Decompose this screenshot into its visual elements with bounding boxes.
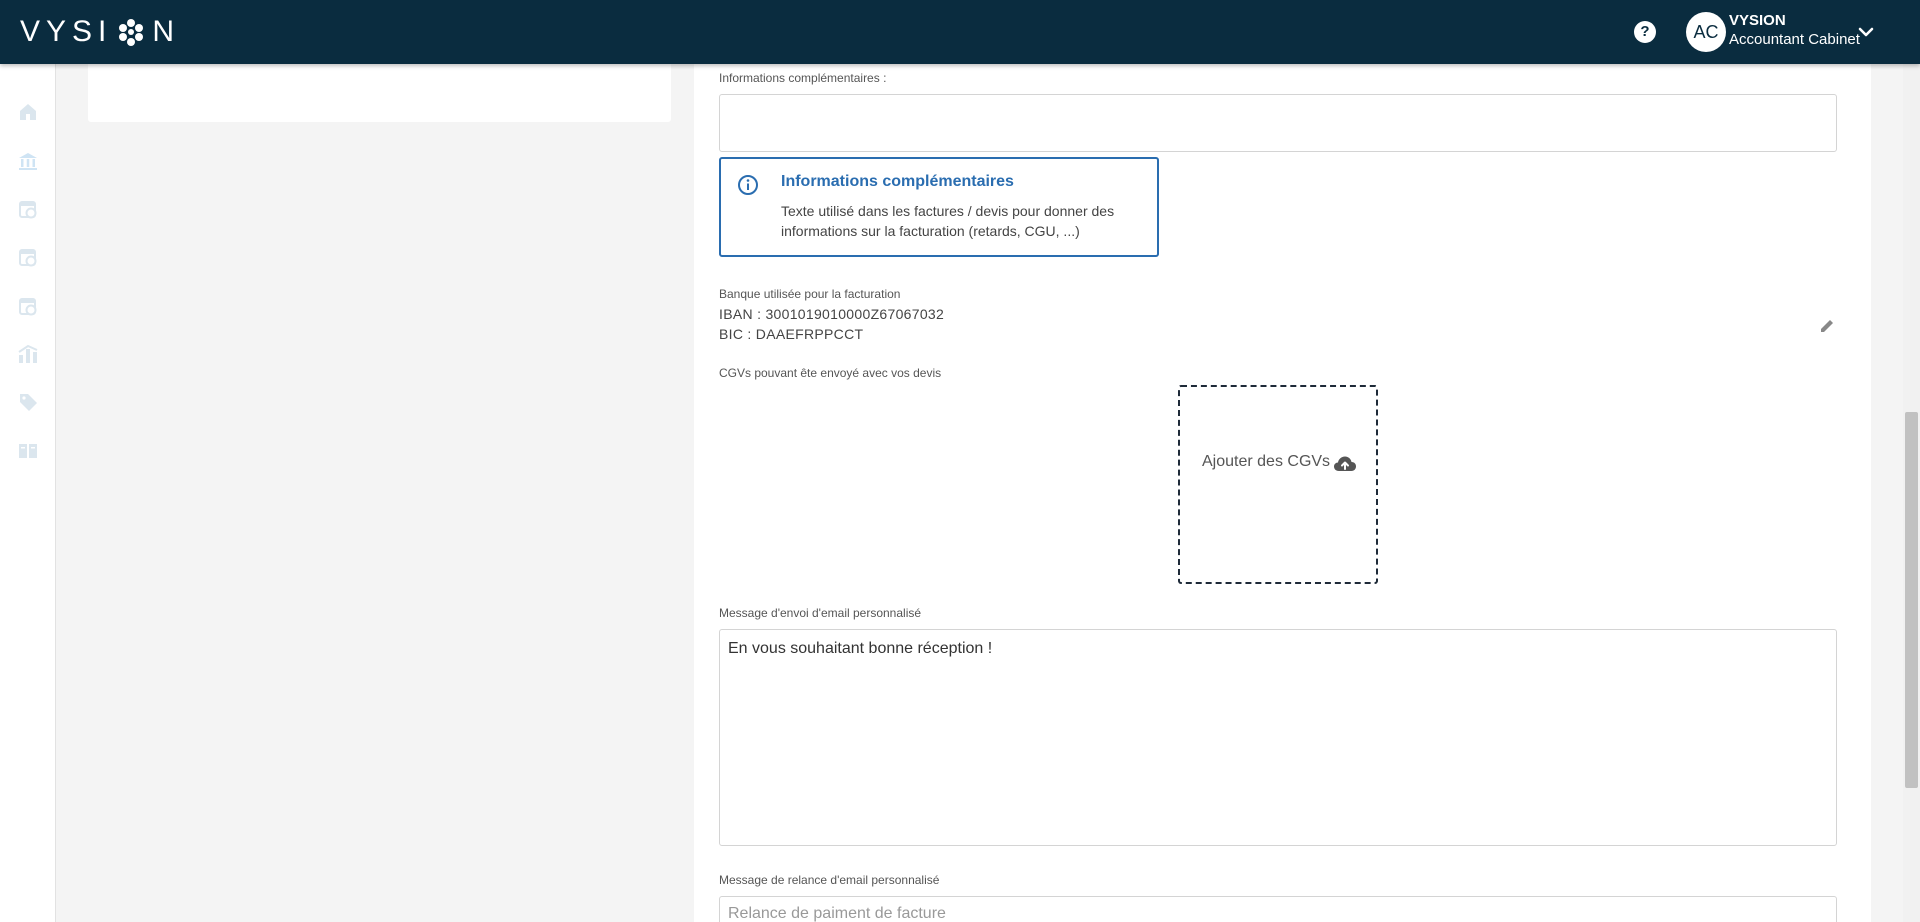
cgv-upload-dropzone[interactable]: Ajouter des CGVs	[1178, 385, 1378, 584]
logo-text-right: N	[152, 15, 181, 48]
logo-mark-icon	[119, 19, 144, 46]
info-icon	[738, 175, 758, 195]
info-tooltip: Informations complémentaires Texte utili…	[719, 157, 1159, 257]
user-menu[interactable]: VYSION Accountant Cabinet	[1729, 12, 1860, 50]
additional-info-field[interactable]	[719, 94, 1837, 152]
bank-label: Banque utilisée pour la facturation	[719, 287, 901, 301]
additional-info-label: Informations complémentaires :	[719, 71, 887, 85]
avatar[interactable]: AC	[1686, 12, 1726, 52]
tag-icon[interactable]	[17, 391, 39, 413]
user-name: VYSION	[1729, 12, 1786, 29]
sidebar-nav	[0, 64, 56, 922]
top-bar: VYSI N ? AC VYSION Accountant Cabinet	[0, 0, 1920, 64]
cgv-upload-label: Ajouter des CGVs	[1202, 453, 1331, 470]
chart-icon[interactable]	[17, 343, 39, 365]
email-message-label: Message d'envoi d'email personnalisé	[719, 606, 922, 620]
calendar-doc-icon[interactable]	[17, 198, 39, 220]
iban-value: IBAN : 3001019010000Z67067032	[719, 306, 945, 322]
left-panel-card	[88, 64, 671, 122]
calendar-doc-icon[interactable]	[17, 295, 39, 317]
email-message-textarea[interactable]: En vous souhaitant bonne réception !	[719, 629, 1837, 846]
bank-icon[interactable]	[17, 150, 39, 172]
email-message-value: En vous souhaitant bonne réception !	[728, 640, 993, 657]
user-role: Accountant Cabinet	[1729, 31, 1860, 48]
reminder-message-textarea[interactable]: Relance de paiment de facture	[719, 896, 1837, 922]
home-icon[interactable]	[17, 101, 39, 123]
info-text: Texte utilisé dans les factures / devis …	[781, 203, 1115, 239]
info-title: Informations complémentaires	[781, 173, 1014, 190]
book-icon[interactable]	[17, 440, 39, 462]
calendar-doc-icon[interactable]	[17, 246, 39, 268]
bic-value: BIC : DAAEFRPPCCT	[719, 326, 864, 342]
reminder-message-placeholder: Relance de paiment de facture	[728, 905, 946, 922]
app-logo[interactable]: VYSI N	[20, 14, 180, 50]
help-circle-icon[interactable]: ?	[1634, 21, 1656, 43]
pencil-icon[interactable]	[1818, 317, 1836, 335]
logo-text-left: VYSI	[20, 15, 113, 48]
cloud-upload-icon	[1334, 456, 1356, 471]
chevron-down-icon[interactable]	[1856, 22, 1876, 42]
scrollbar-thumb[interactable]	[1905, 412, 1918, 788]
cgv-label: CGVs pouvant ête envoyé avec vos devis	[719, 366, 942, 380]
reminder-message-label: Message de relance d'email personnalisé	[719, 873, 940, 887]
